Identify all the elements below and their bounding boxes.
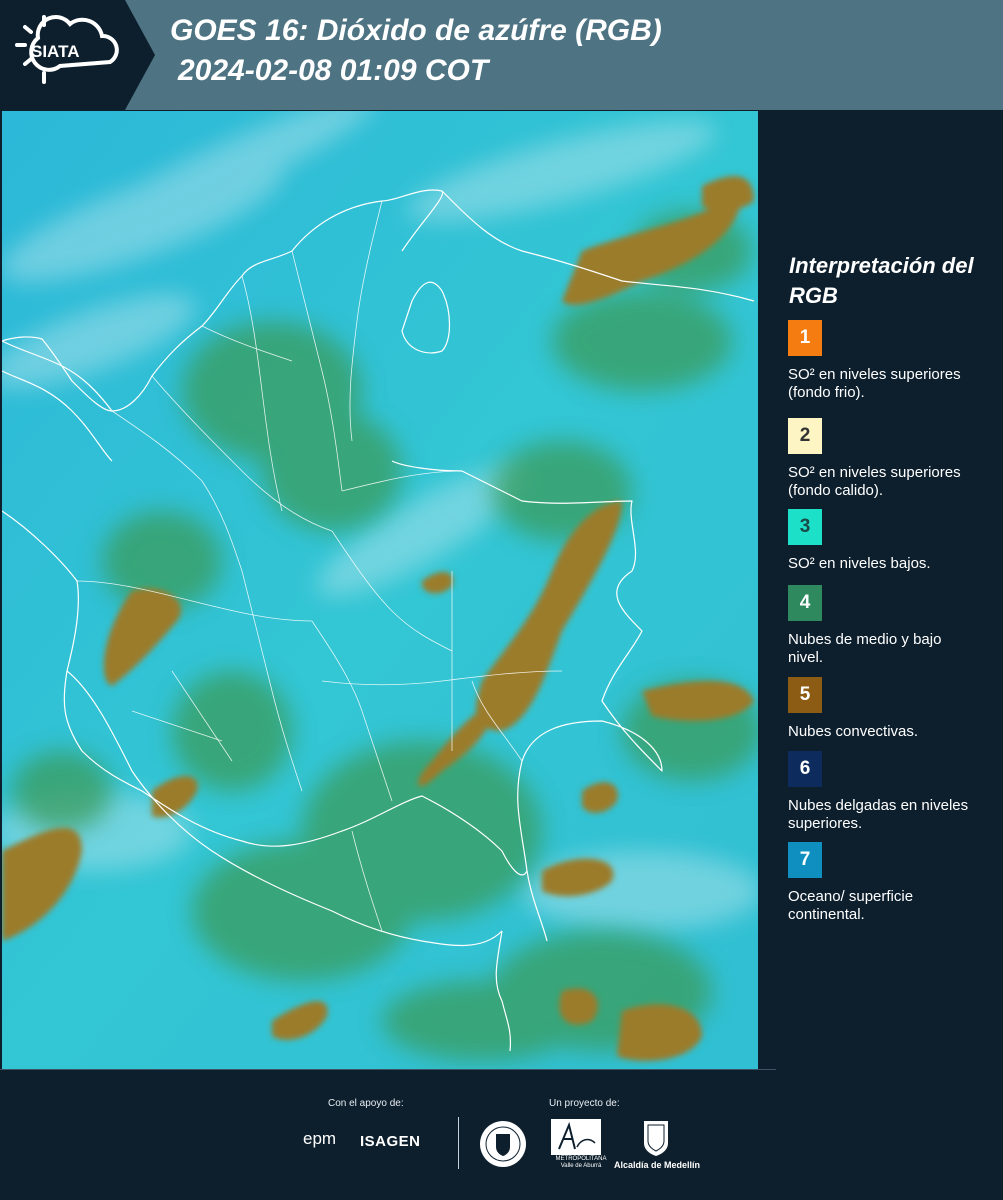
legend-swatch: 3: [788, 509, 822, 545]
support-label: Con el apoyo de:: [328, 1098, 404, 1109]
legend-label: SO² en niveles superiores (fondo calido)…: [788, 464, 961, 499]
amva-caption: METROPOLITANA Valle de Aburrá: [555, 1156, 607, 1169]
isagen-logo: ISAGEN: [360, 1133, 421, 1150]
legend-swatch: 2: [788, 418, 822, 454]
alcaldia-caption: Alcaldía de Medellín: [614, 1160, 701, 1170]
legend-item: 5 Nubes convectivas.: [788, 677, 988, 741]
legend-swatch: 6: [788, 751, 822, 787]
footer-divider: [0, 1069, 776, 1070]
legend-item: 2 SO² en niveles superiores (fondo calido…: [788, 418, 988, 500]
timestamp: 2024-02-08 01:09 COT: [178, 54, 489, 87]
legend-swatch: 7: [788, 842, 822, 878]
epm-logo: epm: [303, 1129, 337, 1148]
legend-item: 6 Nubes delgadas en niveles superiores.: [788, 751, 988, 833]
medellin-seal-icon: [480, 1121, 526, 1167]
satellite-map[interactable]: [2, 111, 758, 1069]
amva-logo: [551, 1119, 601, 1155]
logo-separator: [458, 1117, 459, 1169]
legend-label: Nubes delgadas en niveles superiores.: [788, 797, 969, 832]
alcaldia-shield-icon: [644, 1121, 668, 1156]
legend-label: Nubes de medio y bajo nivel.: [788, 631, 942, 666]
legend-item: 7 Oceano/ superficie continental.: [788, 842, 988, 924]
legend-swatch: 4: [788, 585, 822, 621]
page-title: GOES 16: Dióxido de azúfre (RGB): [170, 14, 662, 47]
legend-swatch: 5: [788, 677, 822, 713]
legend-label: SO² en niveles bajos.: [788, 555, 931, 572]
header: SIATA GOES 16: Dióxido de azúfre (RGB) 2…: [0, 0, 1003, 110]
footer: Con el apoyo de: Un proyecto de: epm ISA…: [0, 1069, 1003, 1200]
legend-label: SO² en niveles superiores (fondo frio).: [788, 366, 961, 401]
legend-label: Nubes convectivas.: [788, 723, 919, 740]
legend-label: Oceano/ superficie continental.: [788, 888, 914, 923]
legend-item: 3 SO² en niveles bajos.: [788, 509, 988, 573]
legend-swatch: 1: [788, 320, 822, 356]
legend-item: 1 SO² en niveles superiores (fondo frio).: [788, 320, 988, 402]
siata-logo-text: SIATA: [31, 42, 80, 61]
legend-panel: Interpretación del RGB 1 SO² en niveles s…: [762, 111, 1003, 1069]
legend-title: Interpretación del RGB: [789, 253, 974, 308]
project-label: Un proyecto de:: [549, 1098, 620, 1109]
legend-item: 4 Nubes de medio y bajo nivel.: [788, 585, 988, 667]
map-canvas: [2, 111, 758, 1069]
